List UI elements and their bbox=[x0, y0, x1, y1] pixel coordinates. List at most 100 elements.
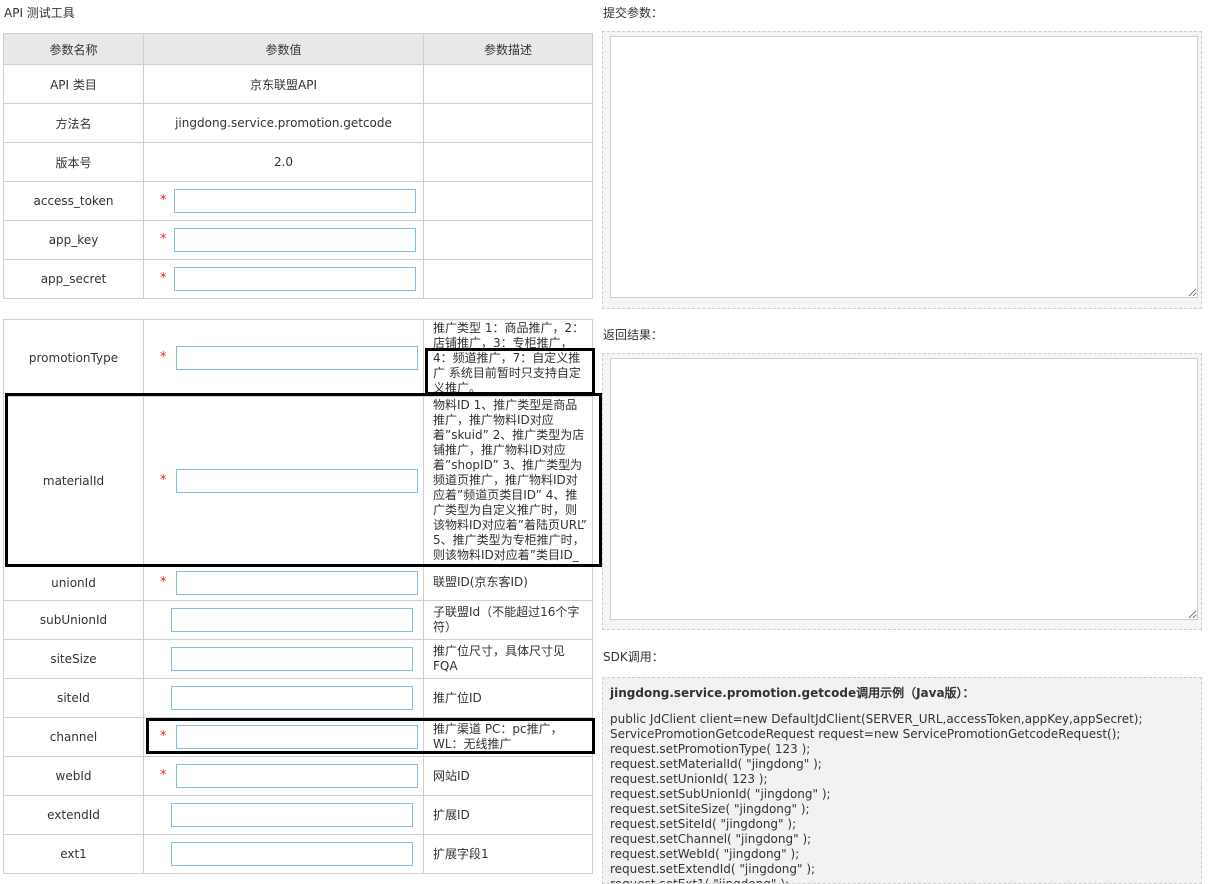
table-row: app_secret * bbox=[3, 259, 593, 299]
sdk-label: SDK调用： bbox=[603, 650, 664, 664]
access-token-input[interactable] bbox=[174, 189, 416, 213]
param-value-cell bbox=[143, 795, 424, 835]
param-name: app_secret bbox=[3, 259, 144, 299]
union-id-input[interactable] bbox=[176, 570, 418, 595]
result-label: 返回结果： bbox=[603, 328, 664, 342]
param-value: 京东联盟API bbox=[143, 64, 424, 104]
header-param-desc: 参数描述 bbox=[423, 33, 593, 65]
param-value-cell bbox=[143, 834, 424, 874]
param-desc bbox=[423, 142, 593, 182]
site-id-input[interactable] bbox=[171, 686, 413, 710]
table-header-row: 参数名称 参数值 参数描述 bbox=[3, 33, 593, 65]
material-id-input[interactable] bbox=[176, 468, 418, 493]
required-marker: * bbox=[160, 472, 167, 488]
param-value-cell bbox=[143, 639, 424, 679]
submit-params-textarea[interactable] bbox=[610, 36, 1198, 298]
param-name: app_key bbox=[3, 220, 144, 260]
param-name: channel bbox=[3, 717, 144, 757]
param-name: promotionType bbox=[3, 319, 144, 397]
param-desc: 推广渠道 PC：pc推广，WL：无线推广 bbox=[423, 717, 593, 757]
param-desc: 扩展ID bbox=[423, 795, 593, 835]
param-name: materialId bbox=[3, 396, 144, 565]
ext1-input[interactable] bbox=[171, 842, 413, 866]
param-desc bbox=[423, 103, 593, 143]
param-value-cell: * bbox=[143, 319, 424, 397]
param-name: ext1 bbox=[3, 834, 144, 874]
table-row: 版本号 2.0 bbox=[3, 142, 593, 182]
required-marker: * bbox=[160, 192, 167, 208]
param-desc bbox=[423, 259, 593, 299]
param-desc: 扩展字段1 bbox=[423, 834, 593, 874]
param-value-cell: * bbox=[143, 756, 424, 796]
param-value: 2.0 bbox=[143, 142, 424, 182]
param-value-cell: * bbox=[143, 181, 424, 221]
required-marker: * bbox=[160, 767, 167, 783]
param-value-cell: * bbox=[143, 717, 424, 757]
param-name: subUnionId bbox=[3, 600, 144, 640]
table-row: unionId * 联盟ID(京东客ID) bbox=[3, 564, 593, 601]
param-value-cell bbox=[143, 600, 424, 640]
table-row: app_key * bbox=[3, 220, 593, 260]
api-params-table: promotionType * 推广类型 1：商品推广，2：店铺推广，3：专柜推… bbox=[3, 319, 593, 874]
table-row: siteSize 推广位尺寸，具体尺寸见FQA bbox=[3, 639, 593, 679]
table-row: access_token * bbox=[3, 181, 593, 221]
result-textarea[interactable] bbox=[610, 358, 1198, 620]
submit-params-label: 提交参数： bbox=[603, 6, 664, 20]
param-name: 版本号 bbox=[3, 142, 144, 182]
param-name: webId bbox=[3, 756, 144, 796]
basic-params-table: 参数名称 参数值 参数描述 API 类目 京东联盟API 方法名 jingdon… bbox=[3, 33, 593, 299]
table-row: channel * 推广渠道 PC：pc推广，WL：无线推广 bbox=[3, 717, 593, 757]
param-name: access_token bbox=[3, 181, 144, 221]
app-key-input[interactable] bbox=[174, 228, 416, 252]
table-row: siteId 推广位ID bbox=[3, 678, 593, 718]
table-row: webId * 网站ID bbox=[3, 756, 593, 796]
required-marker: * bbox=[160, 574, 167, 590]
param-desc bbox=[423, 181, 593, 221]
table-row: promotionType * 推广类型 1：商品推广，2：店铺推广，3：专柜推… bbox=[3, 319, 593, 397]
param-name: siteId bbox=[3, 678, 144, 718]
table-row: ext1 扩展字段1 bbox=[3, 834, 593, 874]
param-name: extendId bbox=[3, 795, 144, 835]
sdk-example-code: public JdClient client=new DefaultJdClie… bbox=[610, 712, 1143, 884]
required-marker: * bbox=[160, 231, 167, 247]
table-row: materialId * 物料ID 1、推广类型是商品推广，推广物料ID对应着”… bbox=[3, 396, 593, 565]
param-desc: 推广类型 1：商品推广，2：店铺推广，3：专柜推广，4：频道推广，7：自定义推广… bbox=[423, 319, 593, 397]
sub-union-id-input[interactable] bbox=[171, 608, 413, 632]
table-row: 方法名 jingdong.service.promotion.getcode bbox=[3, 103, 593, 143]
required-marker: * bbox=[160, 728, 167, 744]
channel-input[interactable] bbox=[176, 725, 418, 749]
param-value-cell: * bbox=[143, 259, 424, 299]
table-row: extendId 扩展ID bbox=[3, 795, 593, 835]
param-value-cell: * bbox=[143, 396, 424, 565]
param-desc: 物料ID 1、推广类型是商品推广，推广物料ID对应着”skuid” 2、推广类型… bbox=[433, 398, 587, 562]
table-row: subUnionId 子联盟Id（不能超过16个字符） bbox=[3, 600, 593, 640]
param-value-cell: * bbox=[143, 220, 424, 260]
param-desc bbox=[423, 64, 593, 104]
result-panel bbox=[602, 353, 1202, 630]
page-title: API 测试工具 bbox=[4, 6, 75, 20]
param-desc: 网站ID bbox=[423, 756, 593, 796]
promotion-type-input[interactable] bbox=[176, 346, 418, 370]
param-name: unionId bbox=[3, 564, 144, 601]
app-secret-input[interactable] bbox=[174, 267, 416, 291]
param-desc: 推广位ID bbox=[423, 678, 593, 718]
site-size-input[interactable] bbox=[171, 647, 413, 671]
web-id-input[interactable] bbox=[176, 764, 418, 788]
submit-params-panel bbox=[602, 31, 1202, 309]
sdk-example-panel: jingdong.service.promotion.getcode调用示例（J… bbox=[602, 677, 1202, 884]
param-value-cell: * bbox=[143, 564, 424, 601]
table-row: API 类目 京东联盟API bbox=[3, 64, 593, 104]
sdk-example-title: jingdong.service.promotion.getcode调用示例（J… bbox=[610, 686, 975, 700]
param-name: siteSize bbox=[3, 639, 144, 679]
param-desc: 子联盟Id（不能超过16个字符） bbox=[423, 600, 593, 640]
param-desc-cell: 物料ID 1、推广类型是商品推广，推广物料ID对应着”skuid” 2、推广类型… bbox=[423, 396, 593, 565]
param-name: API 类目 bbox=[3, 64, 144, 104]
param-desc: 联盟ID(京东客ID) bbox=[423, 564, 593, 601]
header-param-value: 参数值 bbox=[143, 33, 424, 65]
required-marker: * bbox=[160, 270, 167, 286]
extend-id-input[interactable] bbox=[171, 803, 413, 827]
required-marker: * bbox=[160, 349, 167, 365]
param-name: 方法名 bbox=[3, 103, 144, 143]
param-desc: 推广位尺寸，具体尺寸见FQA bbox=[423, 639, 593, 679]
param-value-cell bbox=[143, 678, 424, 718]
